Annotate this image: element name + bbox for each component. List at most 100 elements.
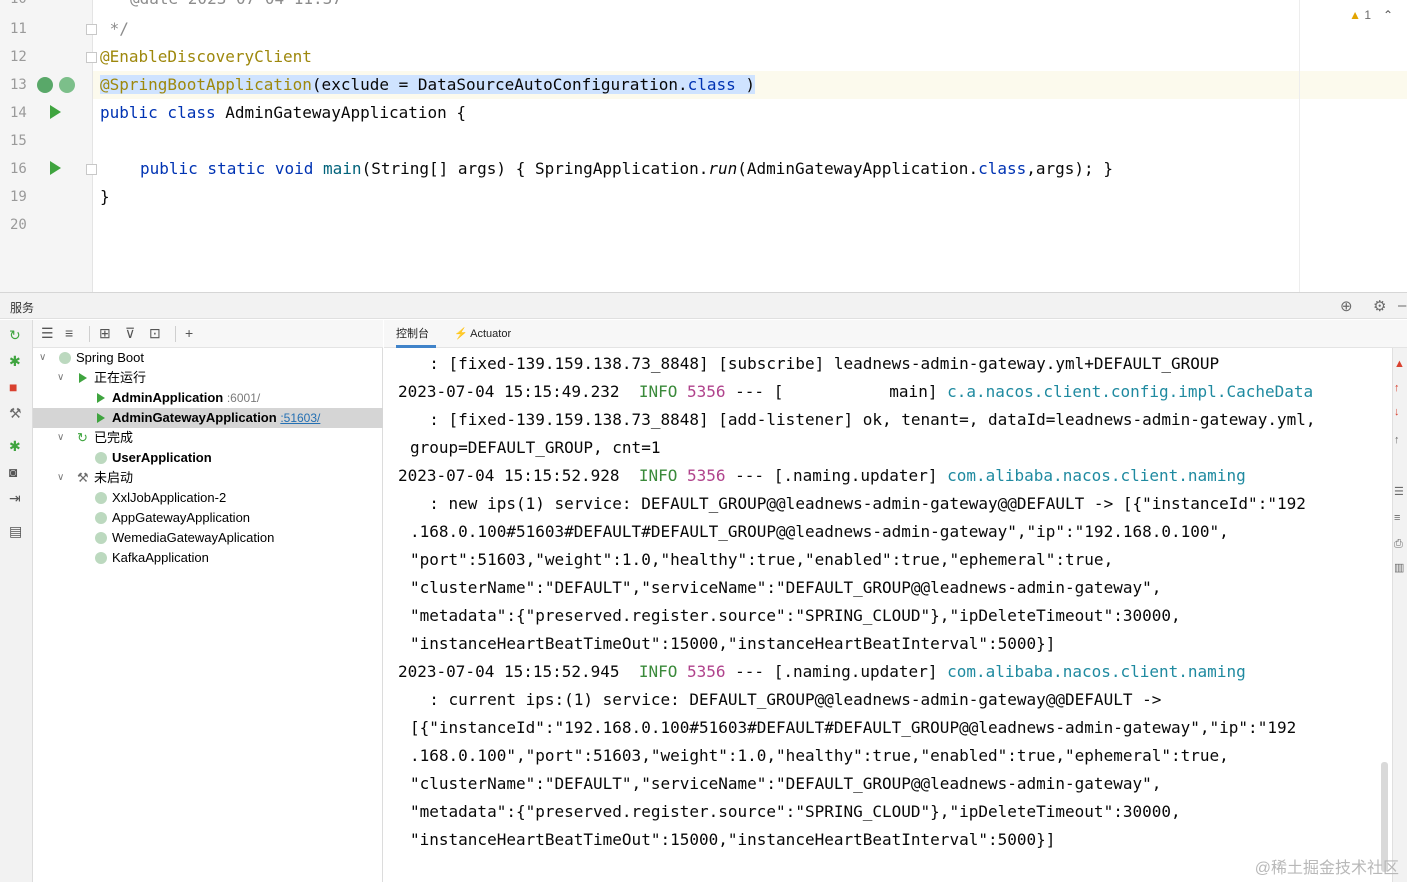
spring-boot-icon [95, 452, 107, 464]
tree-node-wemedia-gateway-application[interactable]: WemediaGatewayAplication [33, 528, 383, 548]
camera-icon[interactable]: ◙ [9, 464, 17, 480]
console-right-toolbar: ▲ ↑ ↓ ↑ ☰ ≡ ⎙ ▥ [1392, 348, 1407, 882]
code-line-19[interactable]: } [100, 183, 110, 211]
log-logger[interactable]: c.a.nacos.client.config.impl.CacheData [947, 382, 1313, 401]
stop-icon[interactable]: ■ [9, 379, 17, 395]
target-icon[interactable]: ⊕ [1340, 297, 1353, 315]
log-line: group=DEFAULT_GROUP, cnt=1 [410, 438, 661, 457]
wrench-icon[interactable]: ⚒ [9, 405, 22, 421]
chevron-down-icon[interactable]: ∨ [57, 468, 64, 488]
group-by-icon[interactable]: ⊞ [99, 325, 111, 342]
login-icon[interactable]: ⇥ [9, 490, 21, 506]
log-thread: --- [.naming.updater] [725, 466, 948, 485]
running-icon [97, 393, 105, 403]
code-line-16[interactable]: public static void main(String[] args) {… [140, 155, 1113, 183]
line-number: 16 [10, 161, 27, 177]
filter-icon[interactable]: ⊽ [125, 325, 135, 342]
method-token: main [323, 159, 362, 178]
debug-icon[interactable]: ✱ [9, 438, 21, 454]
log-line: 2023-07-04 15:15:52.945 INFO 5356 --- [.… [398, 658, 1246, 686]
tree-node-user-application[interactable]: UserApplication [33, 448, 383, 468]
log-pid: 5356 [687, 466, 726, 485]
running-icon [97, 413, 105, 423]
service-port[interactable]: :6001/ [227, 391, 260, 405]
code-editor[interactable]: 10 11 12 13 14 15 16 19 20 @date 2023-07… [0, 0, 1407, 292]
debug-icon[interactable]: ✱ [9, 353, 21, 369]
rerun-icon[interactable]: ↻ [9, 327, 21, 343]
fold-icon[interactable] [86, 52, 97, 63]
service-name: XxlJobApplication-2 [112, 490, 227, 505]
service-port-link[interactable]: :51603/ [280, 411, 320, 425]
chevron-up-icon[interactable]: ⌃ [1383, 8, 1393, 22]
tab-label: Actuator [470, 328, 512, 340]
code-line-11[interactable]: */ [100, 15, 129, 43]
spring-boot-icon [95, 532, 107, 544]
run-triangle-icon[interactable] [50, 161, 61, 175]
tab-console[interactable]: 控制台 [396, 320, 436, 348]
fold-icon[interactable] [86, 24, 97, 35]
log-line: [{"instanceId":"192.168.0.100#51603#DEFA… [410, 718, 1297, 737]
trash-icon[interactable]: ▥ [1394, 562, 1404, 574]
minimize-icon[interactable]: – [1398, 297, 1406, 314]
tree-toolbar: ☰ ≡ ⊞ ⊽ ⊡ + [33, 320, 383, 348]
code-line-12[interactable]: @EnableDiscoveryClient [100, 43, 312, 71]
scroll-end-icon[interactable]: ≡ [1394, 512, 1400, 524]
tree-node-spring-boot[interactable]: ∨ Spring Boot [33, 348, 383, 368]
log-timestamp: 2023-07-04 15:15:49.232 [398, 382, 620, 401]
code-line-10[interactable]: @date 2023-07-04 11:37 [130, 0, 342, 13]
spring-bean-icon[interactable] [37, 77, 53, 93]
line-number: 15 [10, 133, 27, 149]
tab-actuator[interactable]: ⚡ Actuator [454, 320, 544, 348]
print-icon[interactable]: ⎙ [1394, 538, 1403, 550]
spring-bean-icon[interactable] [59, 77, 75, 93]
service-name: AdminGatewayApplication [112, 410, 277, 425]
tree-node-xxljob-application[interactable]: XxlJobApplication-2 [33, 488, 383, 508]
services-left-toolbar: ↻ ✱ ■ ⚒ ✱ ◙ ⇥ ▤ [0, 320, 33, 882]
add-service-icon[interactable]: + [185, 325, 193, 341]
arrow-down-icon[interactable]: ↓ [1394, 406, 1400, 418]
scroll-up-icon[interactable]: ↑ [1394, 434, 1400, 446]
log-line: : current ips:(1) service: DEFAULT_GROUP… [410, 690, 1162, 709]
log-logger[interactable]: com.alibaba.nacos.client.naming [947, 466, 1246, 485]
services-tree: ∨ Spring Boot ∨ 正在运行 AdminApplication :6… [33, 348, 383, 882]
gear-icon[interactable]: ⚙ [1373, 297, 1386, 315]
tree-node-kafka-application[interactable]: KafkaApplication [33, 548, 383, 568]
log-line: 2023-07-04 15:15:52.928 INFO 5356 --- [.… [398, 462, 1246, 490]
code-line-13[interactable]: @SpringBootApplication(exclude = DataSou… [100, 71, 756, 99]
actuator-icon: ⚡ [454, 328, 468, 340]
new-group-icon[interactable]: ⊡ [149, 325, 161, 342]
fold-icon[interactable] [86, 164, 97, 175]
tree-node-finished[interactable]: ∨ ↻ 已完成 [33, 428, 383, 448]
line-number: 14 [10, 105, 27, 121]
tree-node-admin-gateway-application[interactable]: AdminGatewayApplication :51603/ [33, 408, 383, 428]
watermark: @稀土掘金技术社区 [1254, 860, 1399, 877]
run-triangle-icon[interactable] [50, 105, 61, 119]
log-pid: 5356 [687, 662, 726, 681]
console-output[interactable]: : [fixed-139.159.138.73_8848] [subscribe… [384, 348, 1392, 882]
layout-icon[interactable]: ▤ [9, 523, 22, 539]
service-name: KafkaApplication [112, 550, 209, 565]
chevron-down-icon[interactable]: ∨ [39, 348, 46, 368]
chevron-down-icon[interactable]: ∨ [57, 428, 64, 448]
chevron-down-icon[interactable]: ∨ [57, 368, 64, 388]
arrow-up-icon[interactable]: ▲ [1394, 358, 1405, 370]
arrow-up-icon[interactable]: ↑ [1394, 382, 1400, 394]
soft-wrap-icon[interactable]: ☰ [1394, 486, 1404, 498]
tree-node-admin-application[interactable]: AdminApplication :6001/ [33, 388, 383, 408]
separator [89, 326, 90, 342]
keyword-token: class [687, 75, 736, 94]
line-number: 19 [10, 189, 27, 205]
spring-boot-icon [59, 352, 71, 364]
log-line: "clusterName":"DEFAULT","serviceName":"D… [410, 578, 1162, 597]
rerun-icon: ↻ [77, 430, 88, 445]
warning-indicator[interactable]: ▲ 1 [1349, 8, 1371, 22]
collapse-all-icon[interactable]: ≡ [65, 325, 73, 341]
expand-all-icon[interactable]: ☰ [41, 325, 54, 342]
running-icon [79, 373, 87, 383]
log-logger[interactable]: com.alibaba.nacos.client.naming [947, 662, 1246, 681]
log-timestamp: 2023-07-04 15:15:52.928 [398, 466, 620, 485]
code-line-14[interactable]: public class AdminGatewayApplication { [100, 99, 466, 127]
tree-node-app-gateway-application[interactable]: AppGatewayApplication [33, 508, 383, 528]
tree-node-not-started[interactable]: ∨ ⚒ 未启动 [33, 468, 383, 488]
tree-node-running[interactable]: ∨ 正在运行 [33, 368, 383, 388]
